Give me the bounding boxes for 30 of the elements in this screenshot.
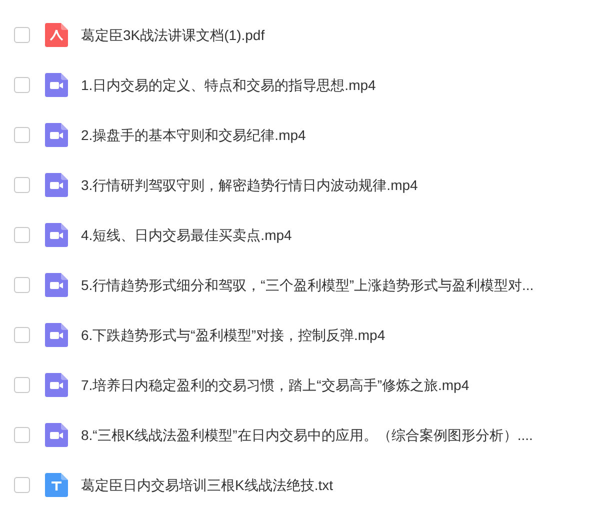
video-file-icon bbox=[45, 223, 68, 247]
file-name[interactable]: 葛定臣日内交易培训三根K线战法绝技.txt bbox=[81, 474, 334, 496]
file-name[interactable]: 6.下跌趋势形式与“盈利模型”对接，控制反弹.mp4 bbox=[81, 324, 386, 346]
file-name[interactable]: 葛定臣3K战法讲课文档(1).pdf bbox=[81, 24, 265, 46]
file-name[interactable]: 5.行情趋势形式细分和驾驭，“三个盈利模型”上涨趋势形式与盈利模型对... bbox=[81, 274, 534, 296]
video-file-icon bbox=[45, 323, 68, 347]
checkbox[interactable] bbox=[14, 177, 30, 193]
checkbox[interactable] bbox=[14, 477, 30, 493]
video-file-icon bbox=[45, 123, 68, 147]
text-file-icon bbox=[45, 473, 68, 497]
video-file-icon bbox=[45, 423, 68, 447]
file-name[interactable]: 7.培养日内稳定盈利的交易习惯，踏上“交易高手”修炼之旅.mp4 bbox=[81, 374, 470, 396]
file-name[interactable]: 4.短线、日内交易最佳买卖点.mp4 bbox=[81, 224, 292, 246]
video-file-icon bbox=[45, 373, 68, 397]
checkbox[interactable] bbox=[14, 377, 30, 393]
checkbox[interactable] bbox=[14, 327, 30, 343]
checkbox[interactable] bbox=[14, 27, 30, 43]
pdf-file-icon bbox=[45, 23, 68, 47]
video-file-icon bbox=[45, 73, 68, 97]
video-file-icon bbox=[45, 273, 68, 297]
checkbox[interactable] bbox=[14, 77, 30, 93]
checkbox[interactable] bbox=[14, 277, 30, 293]
file-name[interactable]: 2.操盘手的基本守则和交易纪律.mp4 bbox=[81, 124, 306, 146]
file-name[interactable]: 3.行情研判驾驭守则，解密趋势行情日内波动规律.mp4 bbox=[81, 174, 418, 196]
video-file-icon bbox=[45, 173, 68, 197]
checkbox[interactable] bbox=[14, 427, 30, 443]
checkbox[interactable] bbox=[14, 127, 30, 143]
file-name[interactable]: 8.“三根K线战法盈利模型”在日内交易中的应用。（综合案例图形分析）.... bbox=[81, 424, 533, 446]
file-name[interactable]: 1.日内交易的定义、特点和交易的指导思想.mp4 bbox=[81, 74, 376, 96]
checkbox[interactable] bbox=[14, 227, 30, 243]
